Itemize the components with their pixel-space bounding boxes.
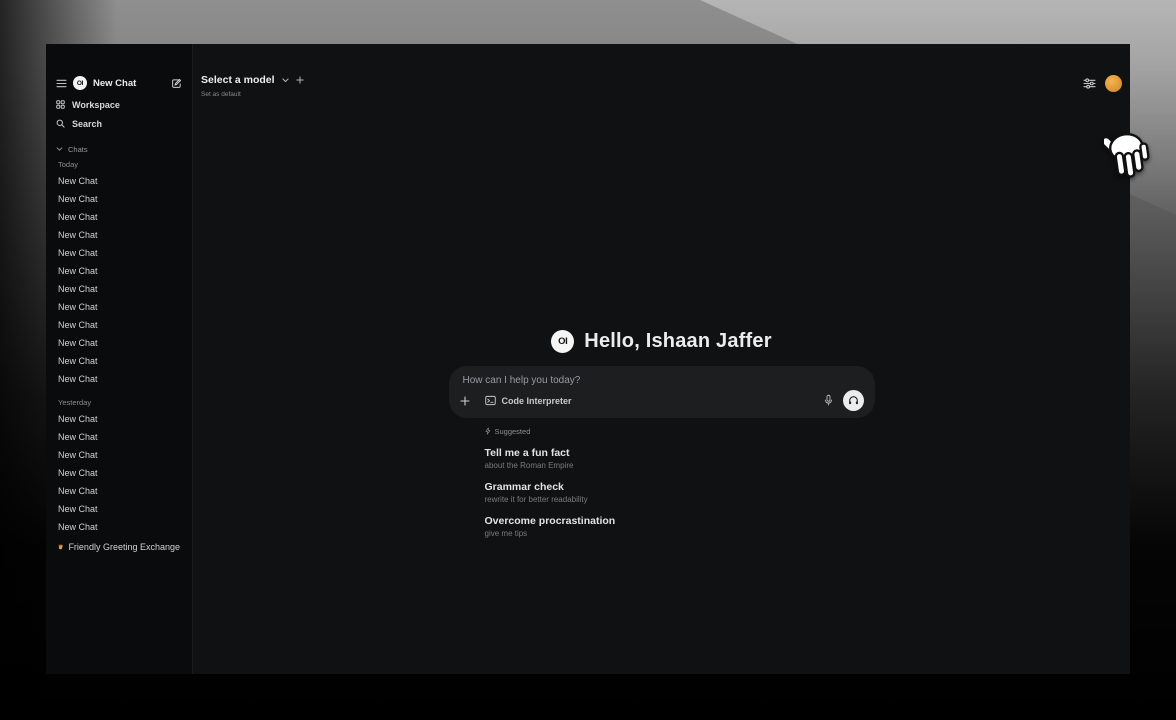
suggested-list: Tell me a fun fact about the Roman Empir…	[485, 447, 875, 538]
plus-icon	[460, 396, 470, 406]
app-logo-icon: OI	[73, 76, 87, 90]
chat-list-yesterday: New ChatNew ChatNew ChatNew ChatNew Chat…	[46, 410, 192, 536]
chat-item[interactable]: New Chat	[46, 208, 192, 226]
pencil-square-icon	[171, 78, 182, 89]
chat-group-label-yesterday: Yesterday	[46, 396, 192, 410]
suggested-prompt-title: Grammar check	[485, 481, 875, 493]
search-icon	[56, 119, 65, 128]
wave-emoji-icon	[58, 542, 63, 552]
code-interpreter-toggle[interactable]: Code Interpreter	[485, 395, 572, 406]
chat-item[interactable]: New Chat	[46, 518, 192, 536]
headphones-icon	[848, 395, 859, 406]
chat-item[interactable]: New Chat	[46, 190, 192, 208]
model-selector[interactable]: Select a model	[201, 74, 304, 86]
chat-item[interactable]: New Chat	[46, 298, 192, 316]
center-content: OI Hello, Ishaan Jaffer	[193, 330, 1130, 538]
suggested-prompt[interactable]: Overcome procrastination give me tips	[485, 515, 875, 538]
chat-item[interactable]: New Chat	[46, 280, 192, 298]
add-model-button[interactable]	[296, 76, 304, 84]
chats-section-label: Chats	[68, 145, 88, 154]
chat-item[interactable]: New Chat	[46, 352, 192, 370]
sidebar-item-search[interactable]: Search	[46, 114, 192, 133]
greeting-text: Hello, Ishaan Jaffer	[584, 330, 771, 353]
suggested-prompt[interactable]: Tell me a fun fact about the Roman Empir…	[485, 447, 875, 470]
sidebar-toggle-button[interactable]	[56, 79, 67, 88]
greeting-row: OI Hello, Ishaan Jaffer	[551, 330, 771, 353]
sidebar-title: New Chat	[93, 78, 136, 89]
cursor-hand-icon	[1104, 128, 1154, 184]
chat-group-label-today: Today	[46, 158, 192, 172]
search-label: Search	[72, 119, 102, 129]
chat-item[interactable]: New Chat	[46, 446, 192, 464]
new-chat-button[interactable]	[171, 78, 182, 89]
chat-item[interactable]: New Chat	[46, 410, 192, 428]
suggested-prompt[interactable]: Grammar check rewrite it for better read…	[485, 481, 875, 504]
app-window: OI New Chat Workspace	[46, 44, 1130, 674]
set-as-default-button[interactable]: Set as default	[201, 91, 304, 98]
suggested-prompt-title: Overcome procrastination	[485, 515, 875, 527]
user-avatar[interactable]	[1105, 75, 1122, 92]
screen: OI New Chat Workspace	[0, 0, 1176, 720]
sliders-icon	[1083, 78, 1096, 89]
terminal-icon	[485, 395, 496, 406]
sidebar-item-workspace[interactable]: Workspace	[46, 95, 192, 114]
message-input-box: Code Interpreter	[449, 366, 875, 418]
chevron-down-icon	[56, 147, 63, 151]
chat-item[interactable]: New Chat	[46, 226, 192, 244]
attach-button[interactable]	[460, 396, 470, 406]
suggested-prompt-subtitle: give me tips	[485, 529, 875, 538]
chat-item-friendly-greeting[interactable]: Friendly Greeting Exchange	[46, 538, 192, 556]
topbar: Select a model Set as default	[201, 74, 304, 98]
main-area: Select a model Set as default	[193, 44, 1130, 674]
chat-item[interactable]: New Chat	[46, 428, 192, 446]
sidebar-header: OI New Chat	[46, 74, 192, 92]
chat-item[interactable]: New Chat	[46, 334, 192, 352]
chevron-down-icon	[282, 78, 289, 83]
chats-section-toggle[interactable]: Chats	[46, 142, 192, 156]
suggested-header: Suggested	[485, 426, 875, 436]
chat-item[interactable]: New Chat	[46, 262, 192, 280]
suggested-section: Suggested Tell me a fun fact about the R…	[449, 426, 875, 538]
grid-icon	[56, 100, 65, 109]
chat-item[interactable]: New Chat	[46, 316, 192, 334]
message-input[interactable]	[463, 371, 861, 389]
chat-item[interactable]: New Chat	[46, 244, 192, 262]
suggested-prompt-title: Tell me a fun fact	[485, 447, 875, 459]
microphone-icon	[824, 394, 833, 407]
voice-input-button[interactable]	[824, 394, 833, 407]
suggested-label: Suggested	[495, 427, 531, 436]
settings-button[interactable]	[1083, 78, 1096, 89]
plus-icon	[296, 76, 304, 84]
chat-item[interactable]: New Chat	[46, 482, 192, 500]
app-logo-icon: OI	[551, 330, 574, 353]
suggested-prompt-subtitle: rewrite it for better readability	[485, 495, 875, 504]
topbar-right	[1083, 75, 1122, 92]
workspace-label: Workspace	[72, 100, 120, 110]
chat-item[interactable]: New Chat	[46, 500, 192, 518]
chat-item-title: Friendly Greeting Exchange	[68, 542, 180, 552]
model-selector-label: Select a model	[201, 74, 275, 86]
chat-list-today: New ChatNew ChatNew ChatNew ChatNew Chat…	[46, 172, 192, 388]
chat-item[interactable]: New Chat	[46, 370, 192, 388]
code-interpreter-label: Code Interpreter	[502, 396, 572, 406]
chat-item[interactable]: New Chat	[46, 172, 192, 190]
chat-item[interactable]: New Chat	[46, 464, 192, 482]
voice-call-button[interactable]	[843, 390, 864, 411]
bolt-icon	[485, 427, 491, 435]
sidebar: OI New Chat Workspace	[46, 44, 193, 674]
input-toolbar: Code Interpreter	[460, 390, 864, 411]
hamburger-icon	[56, 79, 67, 88]
suggested-prompt-subtitle: about the Roman Empire	[485, 461, 875, 470]
